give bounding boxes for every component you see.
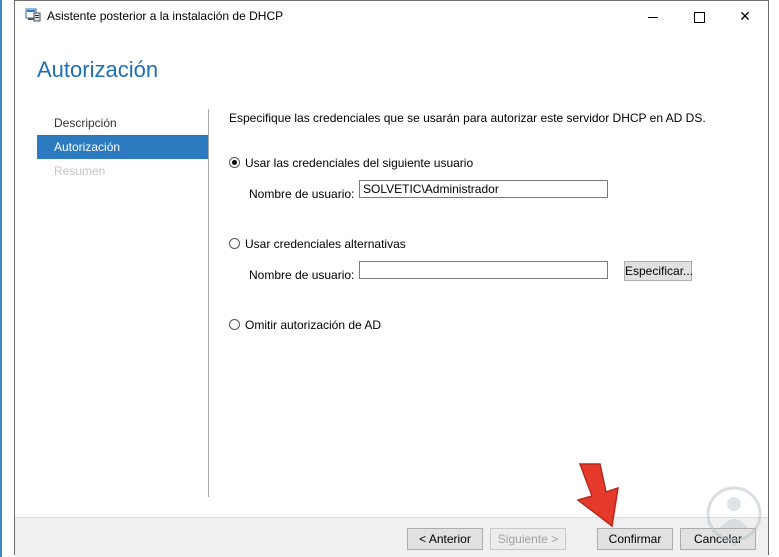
confirm-button[interactable]: Confirmar [597, 528, 673, 550]
pointer-arrow-icon [576, 463, 619, 528]
nav-item-descripcion[interactable]: Descripción [37, 111, 208, 135]
specify-button[interactable]: Especificar... [624, 261, 693, 281]
next-button: Siguiente > [490, 528, 566, 550]
radio-current-credentials[interactable]: Usar las credenciales del siguiente usua… [229, 155, 473, 170]
username-label: Nombre de usuario: [249, 187, 355, 201]
username-field[interactable]: SOLVETIC\Administrador [359, 180, 608, 198]
alt-username-label: Nombre de usuario: [249, 268, 355, 282]
maximize-icon[interactable] [676, 1, 722, 31]
close-icon[interactable]: ✕ [722, 1, 768, 31]
radio-label: Usar credenciales alternativas [245, 236, 406, 251]
watermark-logo: 5 [706, 486, 762, 548]
svg-text:5: 5 [731, 538, 737, 548]
radio-alternate-credentials[interactable]: Usar credenciales alternativas [229, 236, 406, 251]
radio-button[interactable] [229, 319, 240, 331]
radio-button[interactable] [229, 238, 240, 250]
dhcp-app-icon [25, 8, 41, 22]
minimize-icon[interactable] [630, 1, 676, 31]
radio-button-checked[interactable] [229, 157, 240, 169]
wizard-nav: Descripción Autorización Resumen [37, 111, 208, 183]
radio-label: Omitir autorización de AD [245, 317, 382, 332]
description-text: Especifique las credenciales que se usar… [229, 111, 706, 125]
background-strip [0, 0, 2, 557]
page-title: Autorización [37, 57, 159, 82]
nav-divider [208, 109, 209, 497]
nav-item-resumen: Resumen [54, 164, 106, 178]
radio-label: Usar las credenciales del siguiente usua… [245, 155, 474, 170]
wizard-footer: < Anterior Siguiente > Confirmar Cancela… [15, 517, 768, 557]
nav-item-autorizacion[interactable]: Autorización [37, 135, 208, 159]
window-title: Asistente posterior a la instalación de … [47, 9, 284, 23]
alt-username-field[interactable] [359, 261, 608, 279]
title-bar[interactable]: Asistente posterior a la instalación de … [15, 1, 768, 31]
radio-skip-authorization[interactable]: Omitir autorización de AD [229, 317, 381, 332]
previous-button[interactable]: < Anterior [407, 528, 483, 550]
wizard-window: Asistente posterior a la instalación de … [14, 0, 769, 557]
